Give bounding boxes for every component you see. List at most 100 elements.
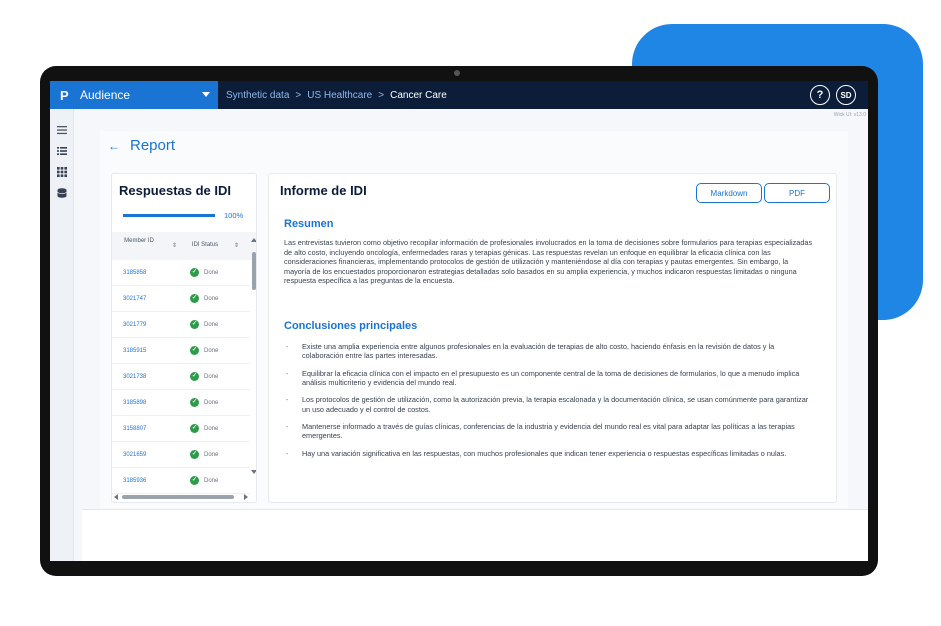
check-circle-icon: ✓ xyxy=(190,372,199,381)
breadcrumb-item-synthetic-data[interactable]: Synthetic data xyxy=(226,90,289,101)
conclusion-text: Equilibrar la eficacia clínica con el im… xyxy=(302,368,800,387)
member-id-link[interactable]: 3185936 xyxy=(123,478,146,484)
markdown-button[interactable]: Markdown xyxy=(696,183,762,203)
chevron-down-icon xyxy=(202,92,210,97)
member-id-link[interactable]: 3021779 xyxy=(123,322,146,328)
table-row[interactable]: 3021659 ✓ Done xyxy=(112,442,250,468)
status-label: Done xyxy=(204,348,219,354)
table-row[interactable]: 3021738 ✓ Done xyxy=(112,364,250,390)
responses-title: Respuestas de IDI xyxy=(119,183,231,198)
check-circle-icon: ✓ xyxy=(190,268,199,277)
database-icon[interactable] xyxy=(57,185,67,198)
bottom-panel xyxy=(82,509,868,561)
back-arrow-icon[interactable]: ← xyxy=(108,139,120,153)
check-circle-icon: ✓ xyxy=(190,398,199,407)
scroll-up-icon[interactable] xyxy=(251,238,256,242)
table-row[interactable]: 3185858 ✓ Done xyxy=(112,260,250,286)
check-circle-icon: ✓ xyxy=(190,450,199,459)
list-item: - Mantenerse informado a través de guías … xyxy=(284,422,814,440)
table-header: Member ID ⇕ IDI Status ⇕ xyxy=(112,232,256,260)
status-label: Done xyxy=(204,426,219,432)
breadcrumb-item-cancer-care: Cancer Care xyxy=(390,89,447,101)
vertical-scrollbar[interactable] xyxy=(250,236,256,502)
status-label: Done xyxy=(204,296,219,302)
bullet-marker: - xyxy=(286,448,289,458)
report-title: Informe de IDI xyxy=(280,183,367,198)
conclusion-text: Mantenerse informado a través de guías c… xyxy=(302,422,795,441)
status-label: Done xyxy=(204,374,219,380)
conclusions-list: - Existe una amplia experiencia entre alg… xyxy=(284,342,814,466)
table-row[interactable]: 3021779 ✓ Done xyxy=(112,312,250,338)
check-circle-icon: ✓ xyxy=(190,346,199,355)
summary-text: Las entrevistas tuvieron como objetivo r… xyxy=(284,238,813,286)
member-id-link[interactable]: 3021738 xyxy=(123,374,146,380)
scroll-left-icon[interactable] xyxy=(114,494,118,500)
responses-panel: Respuestas de IDI 100% Member ID ⇕ IDI S… xyxy=(111,173,257,503)
sort-icon[interactable]: ⇕ xyxy=(172,242,177,249)
breadcrumb-separator: > xyxy=(378,89,385,101)
table-row[interactable]: 3185915 ✓ Done xyxy=(112,338,250,364)
list-icon[interactable] xyxy=(57,143,67,155)
bullet-marker: - xyxy=(286,368,289,378)
scroll-right-icon[interactable] xyxy=(244,494,248,500)
page-title: Report xyxy=(130,137,176,154)
progress-fill xyxy=(123,214,215,217)
member-id-link[interactable]: 3185858 xyxy=(123,270,146,276)
breadcrumb: Synthetic data > US Healthcare > Cancer … xyxy=(226,81,447,109)
help-button[interactable]: ? xyxy=(810,85,830,105)
report-header: ← Report xyxy=(108,137,175,154)
status-label: Done xyxy=(204,452,219,458)
summary-heading: Resumen xyxy=(284,218,334,230)
member-id-link[interactable]: 3185915 xyxy=(123,348,146,354)
progress-bar xyxy=(123,214,215,217)
bullet-marker: - xyxy=(286,342,289,351)
check-circle-icon: ✓ xyxy=(190,294,199,303)
scroll-thumb[interactable] xyxy=(122,495,234,499)
pdf-button[interactable]: PDF xyxy=(764,183,830,203)
member-id-link[interactable]: 3185898 xyxy=(123,400,146,406)
conclusion-text: Hay una variación significativa en las r… xyxy=(302,448,787,458)
member-id-link[interactable]: 3021747 xyxy=(123,296,146,302)
column-header-idi-status[interactable]: IDI Status xyxy=(186,242,224,248)
version-label: Wick UI: v13.0 xyxy=(833,112,866,118)
list-item: - Hay una variación significativa en las … xyxy=(284,449,814,458)
report-panel: Informe de IDI Markdown PDF Resumen Las … xyxy=(268,173,837,503)
list-item: - Los protocolos de gestión de utilizació… xyxy=(284,395,814,413)
brand-logo-icon: P xyxy=(60,87,69,103)
table-row[interactable]: 3158807 ✓ Done xyxy=(112,416,250,442)
column-header-member-id[interactable]: Member ID xyxy=(120,238,158,244)
check-circle-icon: ✓ xyxy=(190,320,199,329)
status-label: Done xyxy=(204,322,219,328)
member-id-link[interactable]: 3158807 xyxy=(123,426,146,432)
camera-dot xyxy=(454,70,460,76)
check-circle-icon: ✓ xyxy=(190,424,199,433)
grid-icon[interactable] xyxy=(57,164,67,177)
table-row[interactable]: 3185936 ✓ Done xyxy=(112,468,250,494)
scroll-down-icon[interactable] xyxy=(251,470,256,474)
progress-label: 100% xyxy=(224,211,244,220)
stage: P Audience Synthetic data > US Healthcar… xyxy=(0,0,941,626)
horizontal-scrollbar[interactable] xyxy=(114,493,250,501)
avatar[interactable]: SD xyxy=(836,85,856,105)
conclusions-heading: Conclusiones principales xyxy=(284,320,418,332)
list-item: - Existe una amplia experiencia entre alg… xyxy=(284,342,814,360)
app-screen: P Audience Synthetic data > US Healthcar… xyxy=(50,81,868,561)
bullet-marker: - xyxy=(286,422,289,432)
table-row[interactable]: 3185898 ✓ Done xyxy=(112,390,250,416)
responses-list: 3185858 ✓ Done 3021747 ✓ Done 3021779 ✓ Done 3185… xyxy=(112,260,250,494)
sidebar xyxy=(50,109,74,561)
breadcrumb-separator: > xyxy=(295,89,302,101)
list-item: - Equilibrar la eficacia clínica con el i… xyxy=(284,369,814,387)
check-circle-icon: ✓ xyxy=(190,476,199,485)
breadcrumb-item-us-healthcare[interactable]: US Healthcare xyxy=(307,90,372,101)
status-label: Done xyxy=(204,400,219,406)
conclusion-text: Existe una amplia experiencia entre algu… xyxy=(302,342,775,361)
table-row[interactable]: 3021747 ✓ Done xyxy=(112,286,250,312)
brand-name: Audience xyxy=(80,88,131,102)
menu-icon[interactable] xyxy=(57,122,67,135)
status-label: Done xyxy=(204,478,219,484)
sort-icon[interactable]: ⇕ xyxy=(234,242,239,249)
workspace-selector[interactable]: P Audience xyxy=(50,81,218,109)
scroll-thumb[interactable] xyxy=(252,252,256,290)
member-id-link[interactable]: 3021659 xyxy=(123,452,146,458)
